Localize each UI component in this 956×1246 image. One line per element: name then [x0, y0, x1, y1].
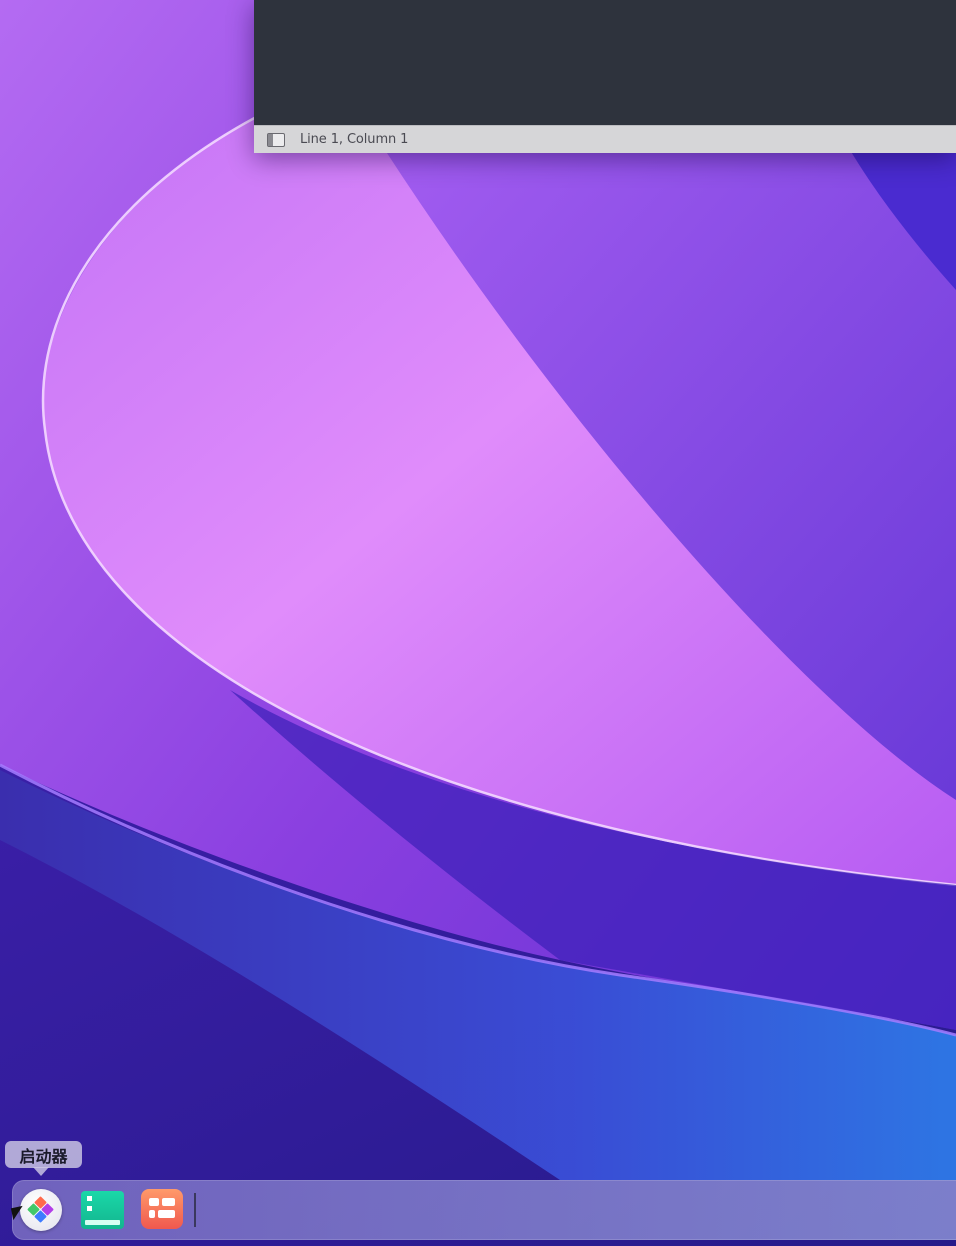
dock-tooltip: 启动器	[5, 1141, 82, 1168]
launcher-icon	[20, 1189, 62, 1231]
sidebar-toggle-icon[interactable]	[267, 132, 285, 147]
editor-text-area[interactable]	[254, 0, 956, 125]
dock	[12, 1180, 956, 1240]
terminal-icon	[81, 1191, 124, 1229]
tooltip-arrow	[33, 1167, 49, 1176]
text-editor-window: Line 1, Column 1	[254, 0, 956, 153]
app-grid-icon	[141, 1189, 183, 1229]
desktop-wallpaper	[0, 0, 956, 1246]
cursor-position-status: Line 1, Column 1	[300, 132, 409, 147]
terminal-button[interactable]	[81, 1189, 125, 1231]
app-store-button[interactable]	[141, 1189, 185, 1231]
dock-separator	[194, 1193, 196, 1227]
status-bar: Line 1, Column 1	[254, 125, 956, 153]
mouse-pointer-icon	[10, 1205, 26, 1221]
launcher-button[interactable]	[20, 1189, 64, 1231]
